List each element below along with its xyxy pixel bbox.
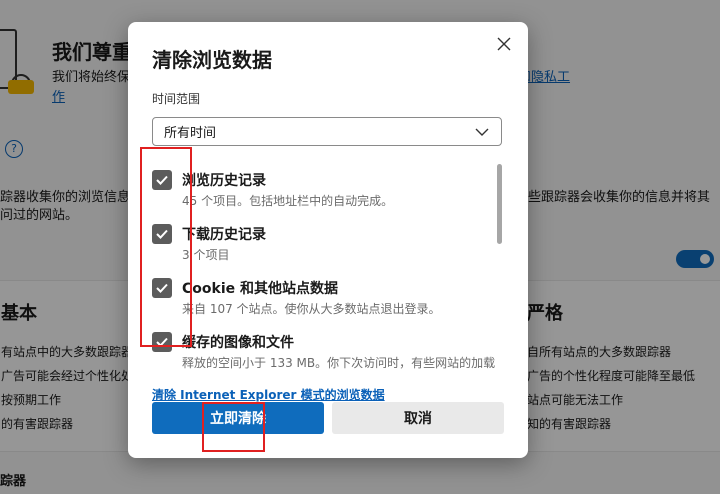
list-item-download-history[interactable]: 下载历史记录 3 个项目 bbox=[152, 222, 502, 272]
dialog-title: 清除浏览数据 bbox=[152, 48, 272, 72]
list-item-browsing-history[interactable]: 浏览历史记录 45 个项目。包括地址栏中的自动完成。 bbox=[152, 168, 502, 218]
close-button[interactable] bbox=[490, 30, 518, 58]
time-range-label: 时间范围 bbox=[152, 92, 201, 106]
time-range-value: 所有时间 bbox=[164, 126, 217, 141]
item-title: 缓存的图像和文件 bbox=[182, 335, 294, 351]
list-scrollbar[interactable] bbox=[497, 164, 502, 244]
close-icon bbox=[497, 37, 511, 51]
list-item-cached-files[interactable]: 缓存的图像和文件 释放的空间小于 133 MB。你下次访问时，有些网站的加载 bbox=[152, 330, 502, 380]
item-desc: 45 个项目。包括地址栏中的自动完成。 bbox=[182, 194, 394, 208]
item-title: 下载历史记录 bbox=[182, 227, 266, 243]
clear-ie-mode-link[interactable]: 清除 Internet Explorer 模式的浏览数据 bbox=[152, 386, 385, 403]
chevron-down-icon bbox=[475, 128, 489, 136]
annotation-box-checkboxes bbox=[140, 147, 192, 347]
annotation-box-clear-button bbox=[202, 402, 265, 452]
item-desc: 3 个项目 bbox=[182, 248, 230, 262]
item-desc: 来自 107 个站点。使你从大多数站点退出登录。 bbox=[182, 302, 441, 316]
cancel-button[interactable]: 取消 bbox=[332, 402, 504, 434]
item-desc: 释放的空间小于 133 MB。你下次访问时，有些网站的加载 bbox=[182, 356, 496, 370]
item-title: 浏览历史记录 bbox=[182, 173, 266, 189]
list-item-cookies[interactable]: Cookie 和其他站点数据 来自 107 个站点。使你从大多数站点退出登录。 bbox=[152, 276, 502, 326]
item-title: Cookie 和其他站点数据 bbox=[182, 281, 338, 297]
time-range-select[interactable]: 所有时间 bbox=[152, 117, 502, 146]
